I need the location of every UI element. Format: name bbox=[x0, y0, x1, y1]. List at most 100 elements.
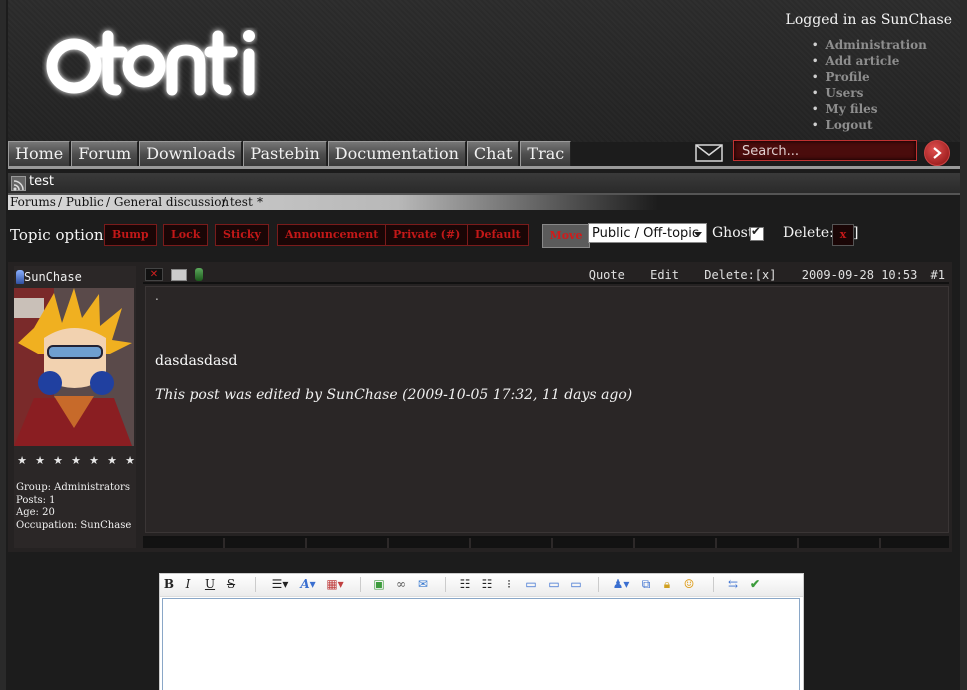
page: Logged in as SunChase Administration Add… bbox=[0, 0, 967, 690]
link-profile[interactable]: Profile bbox=[812, 70, 927, 86]
move-select-value: Public / Off-topic bbox=[592, 226, 700, 241]
numbered-list-icon[interactable]: ☷ bbox=[480, 577, 494, 592]
table-cell-icon[interactable]: ▭ bbox=[568, 577, 584, 592]
close-icon[interactable]: ✕ bbox=[145, 268, 163, 281]
user-status-icon[interactable] bbox=[195, 268, 203, 281]
sticky-button[interactable]: Sticky bbox=[215, 224, 269, 246]
nav-forum[interactable]: Forum bbox=[71, 141, 139, 167]
link-icon[interactable]: ∞ bbox=[393, 577, 409, 592]
rank-stars: ★ ★ ★ ★ ★ ★ ★ bbox=[16, 454, 136, 467]
topic-title: test bbox=[29, 174, 54, 189]
email-icon[interactable]: ✉ bbox=[415, 577, 431, 592]
lock-icon[interactable]: 🔒︎ bbox=[659, 577, 675, 592]
avatar[interactable] bbox=[14, 288, 134, 446]
bump-button[interactable]: Bump bbox=[104, 224, 157, 246]
smiley-icon[interactable]: ☺ bbox=[681, 577, 697, 592]
nav-divider bbox=[8, 166, 960, 169]
rss-icon[interactable] bbox=[11, 176, 26, 191]
ghost-checkbox[interactable] bbox=[750, 224, 764, 241]
breadcrumb-star: * bbox=[257, 195, 263, 209]
toolbar-divider bbox=[445, 577, 446, 592]
ghost-label: Ghost bbox=[712, 225, 754, 241]
default-button[interactable]: Default bbox=[467, 224, 529, 246]
mail-icon[interactable] bbox=[695, 144, 723, 162]
breadcrumb-forums[interactable]: Forums bbox=[10, 195, 56, 209]
post-number[interactable]: #1 bbox=[931, 268, 945, 282]
table-row-icon[interactable]: ▭ bbox=[546, 577, 562, 592]
quote-link[interactable]: Quote bbox=[589, 268, 625, 282]
post-footer bbox=[143, 536, 949, 548]
table-icon[interactable]: ▭ bbox=[523, 577, 539, 592]
toolbar-divider bbox=[255, 577, 256, 592]
site-logo[interactable] bbox=[42, 24, 262, 104]
topic-title-bar: test bbox=[8, 173, 960, 195]
nav-documentation[interactable]: Documentation bbox=[327, 141, 466, 167]
breadcrumb-public[interactable]: / Public bbox=[58, 195, 104, 209]
nav-downloads[interactable]: Downloads bbox=[139, 141, 243, 167]
search-input[interactable]: Search... bbox=[733, 140, 917, 161]
star-icon: ★ bbox=[35, 454, 45, 467]
underline-button[interactable]: U bbox=[204, 577, 216, 592]
link-my-files[interactable]: My files bbox=[812, 102, 927, 118]
nav-trac[interactable]: Trac bbox=[520, 141, 572, 167]
code-icon[interactable]: ⧉ bbox=[638, 577, 654, 592]
topic-options: Topic options : Bump Lock Sticky Announc… bbox=[10, 223, 960, 248]
delete-topic-button[interactable]: x bbox=[832, 224, 854, 246]
edit-link[interactable]: Edit bbox=[650, 268, 679, 282]
search-go-icon[interactable] bbox=[924, 140, 950, 166]
post-body: . dasdasdasd This post was edited by Sun… bbox=[145, 286, 949, 533]
post: SunChase ★ ★ ★ ★ ★ ★ ★ Group: Administra… bbox=[8, 262, 952, 552]
reply-textarea[interactable] bbox=[162, 598, 800, 690]
user-box: Logged in as SunChase Administration Add… bbox=[652, 12, 952, 132]
post-edited-note: This post was edited by SunChase (2009-1… bbox=[155, 387, 633, 403]
link-add-article[interactable]: Add article bbox=[812, 54, 927, 70]
nav-chat[interactable]: Chat bbox=[466, 141, 520, 167]
breadcrumb-test[interactable]: / test bbox=[222, 195, 253, 209]
list-item-icon[interactable]: ⁝ bbox=[502, 577, 516, 592]
logged-in-text: Logged in as SunChase bbox=[785, 12, 952, 28]
post-actions: Quote Edit Delete:[x] 2009-09-28 10:53 #… bbox=[571, 268, 945, 282]
post-author-panel: SunChase ★ ★ ★ ★ ★ ★ ★ Group: Administra… bbox=[14, 266, 136, 548]
font-icon[interactable]: A▾ bbox=[296, 577, 320, 592]
link-users[interactable]: Users bbox=[812, 86, 927, 102]
image-icon[interactable]: ▣ bbox=[372, 577, 386, 592]
star-icon: ★ bbox=[125, 454, 135, 467]
post-timestamp: 2009-09-28 10:53 bbox=[801, 268, 918, 282]
main-nav: Home Forum Downloads Pastebin Documentat… bbox=[8, 141, 572, 167]
lock-button[interactable]: Lock bbox=[163, 224, 209, 246]
color-grid-icon[interactable]: ▦▾ bbox=[323, 577, 347, 592]
move-button[interactable]: Move bbox=[542, 224, 590, 248]
author-group: Group: Administrators bbox=[16, 482, 130, 493]
check-icon[interactable]: ✔ bbox=[747, 577, 763, 592]
user-quote-icon[interactable]: ♟▾ bbox=[610, 577, 632, 592]
reply-editor: B I U S ☰▾ A▾ ▦▾ ▣ ∞ ✉ ☷ ☷ ⁝ ▭ ▭ ▭ ♟▾ ⧉ … bbox=[159, 573, 804, 690]
toolbar-divider bbox=[713, 577, 714, 592]
strike-button[interactable]: S bbox=[225, 577, 237, 592]
profile-card-icon[interactable] bbox=[171, 268, 187, 281]
bullet-list-icon[interactable]: ☷ bbox=[458, 577, 472, 592]
post-header: ✕ Quote Edit Delete:[x] 2009-09-28 10:53… bbox=[143, 266, 949, 284]
italic-button[interactable]: I bbox=[182, 577, 194, 592]
bold-button[interactable]: B bbox=[163, 577, 175, 592]
post-author-name[interactable]: SunChase bbox=[24, 270, 82, 284]
post-text: dasdasdasd bbox=[155, 353, 238, 369]
breadcrumb-general-discussion[interactable]: / General discussion bbox=[106, 195, 229, 209]
delete-post-link[interactable]: Delete:[x] bbox=[704, 268, 776, 282]
link-logout[interactable]: Logout bbox=[812, 118, 927, 134]
announcement-button[interactable]: Announcement bbox=[277, 224, 387, 246]
align-icon[interactable]: ☰▾ bbox=[268, 577, 292, 592]
source-icon[interactable]: ⇆ bbox=[725, 577, 741, 592]
nav-home[interactable]: Home bbox=[8, 141, 71, 167]
private-button[interactable]: Private (#) bbox=[385, 224, 469, 246]
author-posts: Posts: 1 bbox=[16, 494, 56, 506]
star-icon: ★ bbox=[53, 454, 63, 467]
star-icon: ★ bbox=[71, 454, 81, 467]
move-destination-select[interactable]: Public / Off-topic bbox=[588, 223, 707, 243]
link-administration[interactable]: Administration bbox=[812, 38, 926, 54]
nav-pastebin[interactable]: Pastebin bbox=[243, 141, 327, 167]
toolbar-divider bbox=[360, 577, 361, 592]
site-header: Logged in as SunChase Administration Add… bbox=[8, 0, 960, 142]
star-icon: ★ bbox=[107, 454, 117, 467]
author-occupation: Occupation: SunChase bbox=[16, 519, 132, 531]
post-dot: . bbox=[155, 289, 159, 303]
